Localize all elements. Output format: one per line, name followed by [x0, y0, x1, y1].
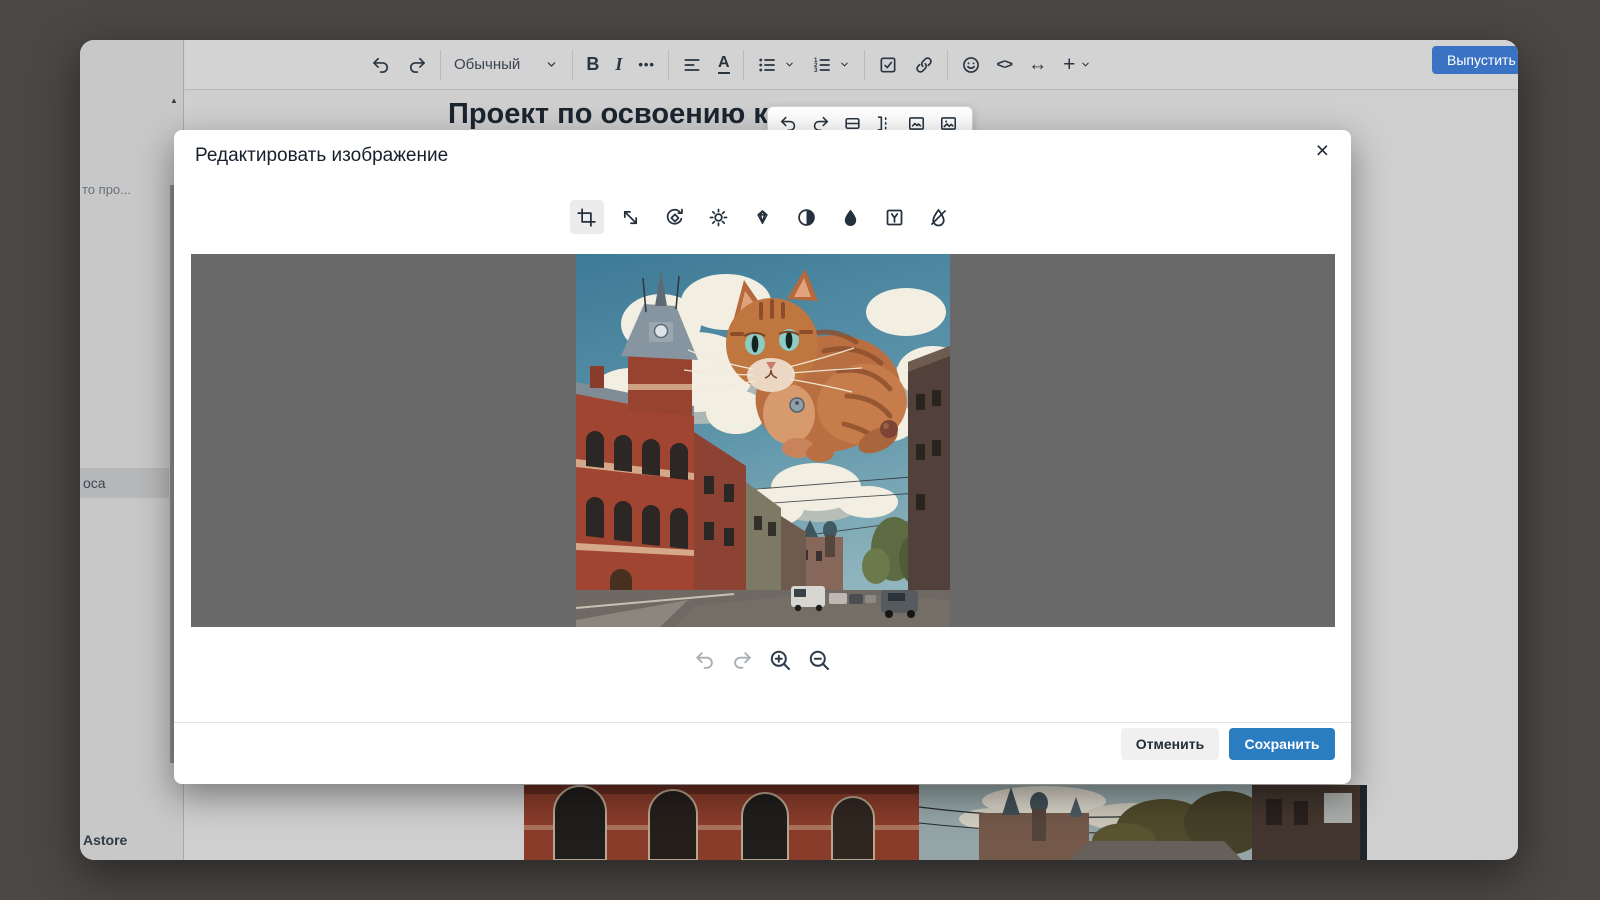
chevron-down-icon[interactable] — [838, 58, 851, 71]
sidebar-item-astore[interactable]: Astore — [83, 832, 127, 848]
link-button[interactable] — [914, 55, 934, 75]
insert-block-button[interactable]: + — [1063, 53, 1075, 77]
close-icon[interactable]: × — [1316, 139, 1329, 162]
edit-redo-button[interactable] — [731, 649, 753, 671]
more-formats-button[interactable]: ••• — [638, 57, 655, 72]
footer-divider — [174, 722, 1351, 723]
scrollbar-up-arrow-icon[interactable]: ▲ — [170, 96, 178, 105]
cancel-button[interactable]: Отменить — [1121, 728, 1219, 760]
chevron-down-icon[interactable] — [783, 58, 796, 71]
toolbar-separator — [668, 50, 669, 80]
sharpen-tool-button[interactable] — [746, 200, 780, 234]
bullet-list-button[interactable] — [757, 55, 777, 75]
zoom-in-button[interactable] — [768, 648, 792, 672]
zoom-out-button[interactable] — [807, 648, 831, 672]
sidebar-item-selected[interactable]: оса — [80, 468, 169, 498]
undo-button[interactable] — [371, 55, 391, 75]
edit-image-modal: Редактировать изображение × — [174, 130, 1351, 784]
toolbar-separator — [572, 50, 573, 80]
crop-tool-button[interactable] — [570, 200, 604, 234]
edit-undo-button[interactable] — [694, 649, 716, 671]
rotate-tool-button[interactable] — [658, 200, 692, 234]
brightness-tool-button[interactable] — [702, 200, 736, 234]
toolbar-separator — [864, 50, 865, 80]
chevron-down-icon[interactable] — [1079, 58, 1092, 71]
image-preview-area — [191, 254, 1335, 627]
spacing-button[interactable]: ↔ — [1028, 54, 1047, 76]
numbered-list-button[interactable] — [812, 55, 832, 75]
toolbar-separator — [947, 50, 948, 80]
bold-button[interactable]: B — [586, 54, 599, 75]
document-image[interactable] — [524, 785, 1367, 860]
toolbar-separator — [743, 50, 744, 80]
saturation-tool-button[interactable] — [834, 200, 868, 234]
text-color-button[interactable]: A — [718, 55, 730, 74]
format-toolbar: Обычный B I ••• A — [185, 40, 1518, 90]
publish-button[interactable]: Выпустить — [1432, 46, 1518, 74]
modal-title: Редактировать изображение — [195, 145, 448, 167]
blur-off-tool-button[interactable] — [922, 200, 956, 234]
sidebar: то про... оса Astore ▲ — [80, 40, 184, 860]
sidebar-item[interactable]: то про... — [82, 182, 131, 197]
save-button[interactable]: Сохранить — [1229, 728, 1335, 760]
code-button[interactable]: <> — [997, 56, 1013, 73]
document-title[interactable]: Проект по освоению кос — [448, 98, 801, 131]
contrast-tool-button[interactable] — [790, 200, 824, 234]
redo-button[interactable] — [407, 55, 427, 75]
desktop-backdrop: то про... оса Astore ▲ Обычный — [0, 0, 1600, 900]
resize-tool-button[interactable] — [614, 200, 648, 234]
paragraph-style-dropdown[interactable]: Обычный — [454, 56, 559, 73]
italic-button[interactable]: I — [615, 54, 622, 75]
toolbar-separator — [440, 50, 441, 80]
emoji-button[interactable] — [961, 55, 981, 75]
sidebar-item-label: оса — [83, 475, 106, 491]
image-tools-toolbar — [174, 200, 1351, 234]
chevron-down-icon — [544, 57, 559, 72]
grayscale-tool-button[interactable] — [878, 200, 912, 234]
checklist-button[interactable] — [878, 55, 898, 75]
paragraph-style-value: Обычный — [454, 56, 520, 73]
preview-controls — [174, 648, 1351, 672]
edited-image[interactable] — [576, 254, 950, 627]
align-button[interactable] — [682, 55, 702, 75]
